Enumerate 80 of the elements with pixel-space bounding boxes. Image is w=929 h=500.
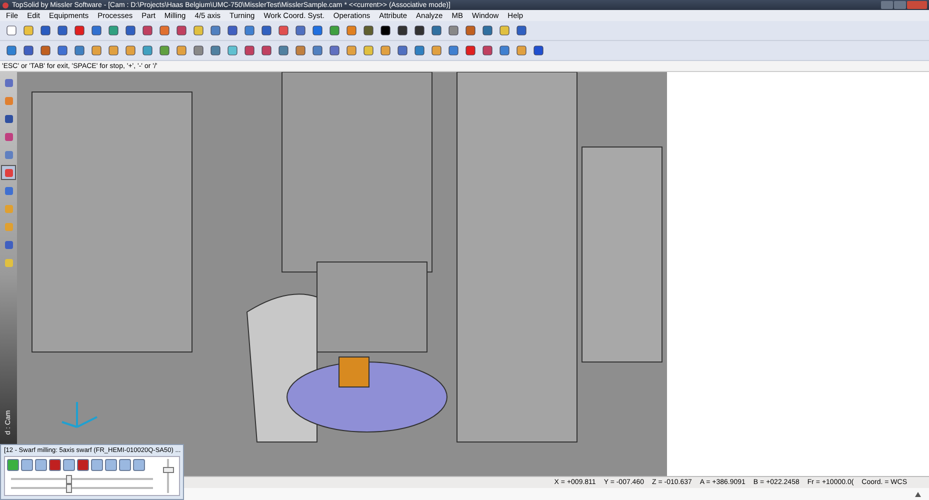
tool-icon <box>244 25 254 36</box>
tool-icon <box>6 25 16 36</box>
tool-icon <box>498 45 510 56</box>
playback-button[interactable] <box>119 459 131 471</box>
tool-icon <box>414 25 424 36</box>
playback-button[interactable] <box>63 459 75 471</box>
slider-thumb[interactable] <box>66 484 72 493</box>
tool-icon <box>362 25 374 36</box>
tool-icon <box>516 25 526 36</box>
tool-icon <box>396 45 408 56</box>
tool-icon <box>380 45 390 56</box>
tool-icon <box>396 25 408 36</box>
tool-icon <box>346 45 356 56</box>
playback-button[interactable] <box>21 459 33 471</box>
tool-icon <box>74 25 84 36</box>
tool-icon <box>158 25 170 36</box>
tool-icon <box>158 45 170 56</box>
tool-icon <box>226 25 238 36</box>
tool-icon <box>346 25 356 36</box>
tool-icon <box>532 45 544 56</box>
tool-icon <box>142 45 152 56</box>
playback-button[interactable] <box>7 459 19 471</box>
tool-icon <box>362 45 374 56</box>
tool-icon <box>516 45 526 56</box>
scroll-up-icon[interactable] <box>915 492 921 496</box>
tool-icon <box>74 45 84 56</box>
tool-icon <box>482 45 492 56</box>
tool-icon <box>108 45 118 56</box>
tool-icon <box>142 25 152 36</box>
tool-icon <box>108 25 118 36</box>
app-logo-icon <box>2 2 9 8</box>
tool-icon <box>260 25 272 36</box>
side-tool-button[interactable] <box>1 165 16 180</box>
tool-icon <box>294 25 306 36</box>
tool-icon <box>90 45 102 56</box>
playback-button[interactable] <box>105 459 117 471</box>
tool-icon <box>414 45 424 56</box>
tool-icon <box>90 25 102 36</box>
playback-button[interactable] <box>77 459 89 471</box>
tool-icon <box>40 25 50 36</box>
tool-icon <box>278 25 288 36</box>
tool-icon <box>192 25 204 36</box>
tool-icon <box>22 45 34 56</box>
tool-icon <box>260 45 272 56</box>
tool-icon <box>482 25 492 36</box>
tool-icon <box>278 45 288 56</box>
axis-triad-icon <box>61 401 98 428</box>
tool-icon <box>380 25 390 36</box>
tool-icon <box>294 45 306 56</box>
playback-button[interactable] <box>133 459 145 471</box>
playback-button[interactable] <box>35 459 47 471</box>
tool-icon <box>176 45 186 56</box>
tool-icon <box>430 25 442 36</box>
playback-button[interactable] <box>49 459 61 471</box>
tool-icon <box>498 25 510 36</box>
tool-icon <box>40 45 50 56</box>
tool-icon <box>210 45 220 56</box>
tool-icon <box>210 25 220 36</box>
tool-icon <box>124 45 136 56</box>
tool-icon <box>328 25 340 36</box>
tool-icon <box>312 25 322 36</box>
tool-icon <box>56 25 68 36</box>
tool-icon <box>448 25 458 36</box>
tool-icon <box>464 25 476 36</box>
tool-icon <box>448 45 458 56</box>
tool-icon <box>124 25 136 36</box>
slider-thumb[interactable] <box>66 475 72 484</box>
tool-icon <box>22 25 34 36</box>
tool-icon <box>328 45 340 56</box>
tool-icon <box>430 45 442 56</box>
tool-icon <box>312 45 322 56</box>
playback-button[interactable] <box>91 459 103 471</box>
tool-icon <box>176 25 186 36</box>
tool-icon <box>6 45 16 56</box>
tool-icon <box>226 45 238 56</box>
tool-icon <box>192 45 204 56</box>
slider-thumb[interactable] <box>163 467 174 474</box>
tool-icon <box>56 45 68 56</box>
tool-icon <box>244 45 254 56</box>
tool-icon <box>464 45 476 56</box>
